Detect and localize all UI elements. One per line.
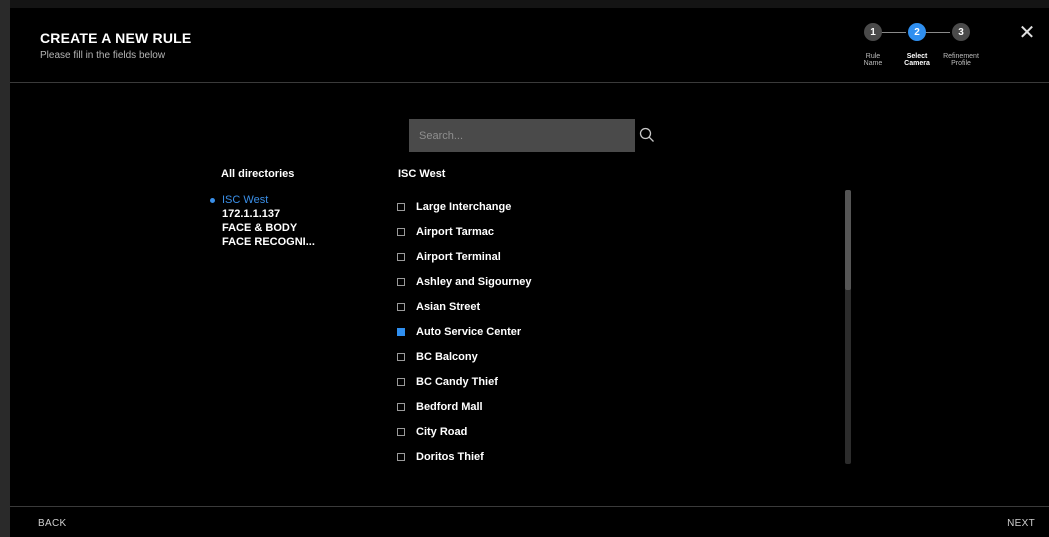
directory-item-label: FACE RECOGNI... xyxy=(222,236,315,248)
camera-checkbox-checked[interactable] xyxy=(397,327,405,336)
step-1-label-line1: Rule xyxy=(865,53,881,60)
camera-item[interactable]: BC Balcony xyxy=(397,344,532,369)
step-2-label-line2: Camera xyxy=(904,60,930,67)
camera-item[interactable]: City Road xyxy=(397,419,532,444)
camera-list: Large Interchange Airport Tarmac Airport… xyxy=(397,194,532,469)
directories-heading: All directories xyxy=(221,168,295,180)
modal-title: CREATE A NEW RULE xyxy=(40,30,192,46)
camera-item-label: Doritos Thief xyxy=(416,450,484,463)
camera-checkbox[interactable] xyxy=(397,352,405,361)
modal-footer: BACK NEXT xyxy=(10,506,1049,537)
directory-item-label: 172.1.1.137 xyxy=(222,208,281,220)
step-3-label: Refinement Profile xyxy=(939,53,983,67)
camera-item[interactable]: Auto Service Center xyxy=(397,319,532,344)
camera-checkbox[interactable] xyxy=(397,202,405,211)
camera-item-label: Airport Terminal xyxy=(416,250,501,263)
camera-item[interactable]: Bedford Mall xyxy=(397,394,532,419)
camera-item[interactable]: Airport Tarmac xyxy=(397,219,532,244)
modal-header: CREATE A NEW RULE Please fill in the fie… xyxy=(10,8,1049,83)
camera-item-label: City Road xyxy=(416,425,468,438)
directory-item-face-body[interactable]: FACE & BODY xyxy=(206,222,315,236)
camera-checkbox[interactable] xyxy=(397,227,405,236)
directory-item-label: ISC West xyxy=(222,194,269,206)
camera-item-label: Bedford Mall xyxy=(416,400,483,413)
background-strip xyxy=(0,0,10,537)
scrollbar-thumb[interactable] xyxy=(845,190,851,290)
camera-item-label: Airport Tarmac xyxy=(416,225,495,238)
step-3-circle[interactable]: 3 xyxy=(952,23,970,41)
camera-item[interactable]: Asian Street xyxy=(397,294,532,319)
camera-checkbox[interactable] xyxy=(397,427,405,436)
app-frame: CREATE A NEW RULE Please fill in the fie… xyxy=(0,0,1049,537)
directory-item-isc-west[interactable]: ISC West xyxy=(206,194,315,208)
camera-item-label: Auto Service Center xyxy=(416,325,522,338)
camera-item[interactable]: Airport Terminal xyxy=(397,244,532,269)
camera-search-box[interactable] xyxy=(409,119,635,152)
camera-checkbox[interactable] xyxy=(397,302,405,311)
step-connector xyxy=(880,32,906,33)
camera-checkbox[interactable] xyxy=(397,277,405,286)
wizard-stepper: 1 2 3 Rule Name Select Camera Refinement… xyxy=(860,22,990,78)
camera-item[interactable]: BC Candy Thief xyxy=(397,369,532,394)
step-connector xyxy=(924,32,950,33)
search-icon[interactable] xyxy=(638,126,656,144)
selected-dot-icon xyxy=(210,198,215,203)
camera-item[interactable]: Large Interchange xyxy=(397,194,532,219)
directory-item-face-recognition[interactable]: FACE RECOGNI... xyxy=(206,236,315,250)
camera-item-label: BC Candy Thief xyxy=(416,375,498,388)
directory-list: ISC West 172.1.1.137 FACE & BODY FACE RE… xyxy=(206,194,315,250)
camera-item[interactable]: Ashley and Sigourney xyxy=(397,269,532,294)
directory-item-label: FACE & BODY xyxy=(222,222,298,234)
camera-checkbox[interactable] xyxy=(397,377,405,386)
camera-item-label: BC Balcony xyxy=(416,350,478,363)
camera-checkbox[interactable] xyxy=(397,402,405,411)
step-3-label-line1: Refinement xyxy=(943,53,979,60)
step-2-label-line1: Select xyxy=(906,53,928,60)
back-button[interactable]: BACK xyxy=(38,518,66,529)
create-rule-modal: CREATE A NEW RULE Please fill in the fie… xyxy=(10,8,1049,537)
close-icon[interactable]: ✕ xyxy=(1017,23,1037,43)
step-2-circle[interactable]: 2 xyxy=(908,23,926,41)
step-3-label-line2: Profile xyxy=(951,60,971,67)
search-input[interactable] xyxy=(419,129,635,142)
step-1-circle[interactable]: 1 xyxy=(864,23,882,41)
camera-list-scrollbar[interactable] xyxy=(845,190,851,464)
modal-subtitle: Please fill in the fields below xyxy=(40,50,166,61)
camera-item-label: Large Interchange xyxy=(416,200,512,213)
step-1-label: Rule Name xyxy=(851,53,895,67)
camera-item[interactable]: Doritos Thief xyxy=(397,444,532,469)
directory-item-172-1-1-137[interactable]: 172.1.1.137 xyxy=(206,208,315,222)
camera-item-label: Ashley and Sigourney xyxy=(416,275,532,288)
camera-checkbox[interactable] xyxy=(397,452,405,461)
step-2-label: Select Camera xyxy=(895,53,939,67)
step-1-label-line2: Name xyxy=(863,60,883,67)
cameras-heading: ISC West xyxy=(398,168,446,180)
next-button[interactable]: NEXT xyxy=(1007,518,1035,529)
camera-item-label: Asian Street xyxy=(416,300,481,313)
camera-checkbox[interactable] xyxy=(397,252,405,261)
